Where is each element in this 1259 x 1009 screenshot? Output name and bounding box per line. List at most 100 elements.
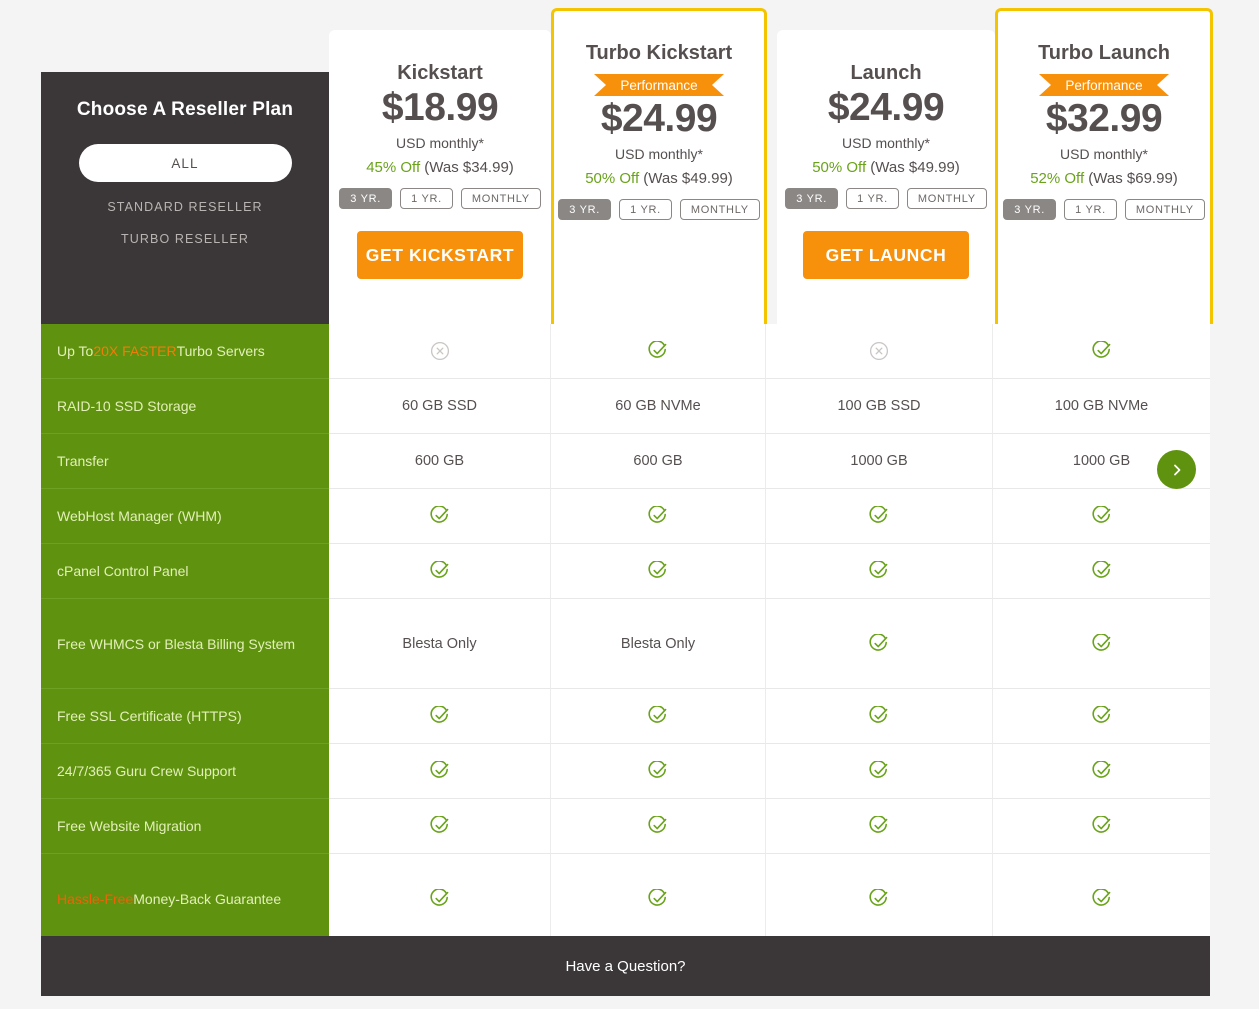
check-circle-icon bbox=[869, 506, 888, 523]
feature-label-text: cPanel Control Panel bbox=[57, 563, 189, 579]
feature-value-cell: Blesta Only bbox=[329, 599, 551, 689]
plan-card-launch: Launch $24.99 USD monthly* 50% Off (Was $49… bbox=[777, 30, 995, 324]
feature-value-cell bbox=[766, 689, 993, 744]
term-option-1yr[interactable]: 1 YR. bbox=[1064, 199, 1117, 220]
feature-value-cell bbox=[551, 489, 766, 544]
check-circle-icon bbox=[1091, 816, 1110, 833]
check-circle-icon bbox=[869, 761, 888, 778]
feature-value-text: 1000 GB bbox=[1072, 453, 1131, 469]
plan-discount: 52% Off bbox=[1030, 170, 1085, 187]
plan-cta-button[interactable]: GET LAUNCH bbox=[803, 231, 969, 279]
feature-value-cell: 600 GB bbox=[329, 434, 551, 489]
feature-label-part: Money-Back Guarantee bbox=[133, 891, 282, 907]
plan-price: $32.99 bbox=[1045, 97, 1163, 140]
plan-original-price: (Was $34.99) bbox=[424, 159, 514, 176]
feature-value-cell bbox=[551, 854, 766, 944]
filter-all-button[interactable]: ALL bbox=[78, 144, 292, 182]
feature-value-cell bbox=[993, 689, 1210, 744]
feature-label-part: Hassle-Free bbox=[57, 891, 134, 907]
check-circle-icon bbox=[869, 888, 888, 906]
check-circle-icon bbox=[429, 706, 448, 723]
feature-value-text: 60 GB NVMe bbox=[615, 398, 701, 414]
feature-label-part: 20X FASTER bbox=[93, 343, 177, 359]
feature-value-cell bbox=[329, 489, 551, 544]
term-option-monthly[interactable]: MONTHLY bbox=[679, 199, 760, 220]
pricing-comparison-page: Choose A Reseller Plan ALL STANDARD RESE… bbox=[0, 0, 1259, 1009]
term-selector: 3 YR. 1 YR. MONTHLY bbox=[554, 199, 764, 220]
feature-value-text: 100 GB NVMe bbox=[1054, 398, 1149, 414]
feature-label-part: Up To bbox=[57, 343, 94, 359]
plan-cta-button[interactable]: GET KICKSTART bbox=[357, 231, 523, 279]
feature-value-cell bbox=[993, 544, 1210, 599]
feature-value-cell: 60 GB SSD bbox=[329, 379, 551, 434]
feature-value-cell bbox=[993, 854, 1210, 944]
plan-name: Launch bbox=[850, 62, 922, 84]
term-option-1yr[interactable]: 1 YR. bbox=[619, 199, 672, 220]
check-circle-icon bbox=[429, 561, 448, 578]
check-circle-icon bbox=[648, 706, 667, 723]
check-circle-icon bbox=[869, 706, 888, 723]
feature-value-cell bbox=[329, 689, 551, 744]
feature-value-cell bbox=[993, 599, 1210, 689]
term-option-3yr[interactable]: 3 YR. bbox=[339, 188, 393, 209]
plan-original-price: (Was $49.99) bbox=[643, 170, 733, 187]
feature-value-cell bbox=[329, 324, 551, 379]
feature-value-text: Blesta Only bbox=[620, 635, 696, 652]
term-option-3yr[interactable]: 3 YR. bbox=[785, 188, 839, 209]
term-selector: 3 YR. 1 YR. MONTHLY bbox=[329, 188, 551, 209]
feature-value-cell bbox=[766, 744, 993, 799]
plan-promo: 45% Off (Was $34.99) bbox=[329, 159, 551, 176]
feature-label-row: Transfer bbox=[41, 434, 329, 489]
feature-value-cell bbox=[551, 744, 766, 799]
plan-price: $24.99 bbox=[827, 86, 945, 129]
term-option-3yr[interactable]: 3 YR. bbox=[558, 199, 612, 220]
feature-value-cell: 100 GB SSD bbox=[766, 379, 993, 434]
term-option-1yr[interactable]: 1 YR. bbox=[846, 188, 899, 209]
feature-value-cell bbox=[993, 799, 1210, 854]
feature-value-cell bbox=[766, 799, 993, 854]
next-plans-button[interactable] bbox=[1157, 450, 1196, 489]
filter-turbo-reseller[interactable]: TURBO RESELLER bbox=[63, 232, 307, 246]
check-circle-icon bbox=[429, 816, 448, 833]
check-circle-icon bbox=[648, 888, 667, 906]
feature-label-text: RAID-10 SSD Storage bbox=[57, 398, 197, 414]
check-circle-icon bbox=[1091, 633, 1110, 651]
feature-label-row: cPanel Control Panel bbox=[41, 544, 329, 599]
feature-value-cell bbox=[329, 544, 551, 599]
feature-value-cell: 1000 GB bbox=[766, 434, 993, 489]
feature-value-cell bbox=[329, 744, 551, 799]
term-option-1yr[interactable]: 1 YR. bbox=[400, 188, 453, 209]
have-a-question-link[interactable]: Have a Question? bbox=[565, 958, 685, 975]
term-option-3yr[interactable]: 3 YR. bbox=[1003, 199, 1057, 220]
chevron-right-icon bbox=[1173, 464, 1180, 475]
term-option-monthly[interactable]: MONTHLY bbox=[906, 188, 987, 209]
plan-period: USD monthly* bbox=[1060, 146, 1148, 162]
performance-badge: Performance bbox=[1039, 74, 1169, 96]
feature-value-cell: Blesta Only bbox=[551, 599, 766, 689]
feature-label-column: Up To 20X FASTER Turbo Servers RAID-10 SS… bbox=[41, 324, 329, 944]
check-circle-icon bbox=[1091, 761, 1110, 778]
feature-label-text: Transfer bbox=[57, 453, 109, 469]
term-option-monthly[interactable]: MONTHLY bbox=[460, 188, 541, 209]
feature-label-text: WebHost Manager (WHM) bbox=[57, 508, 222, 524]
check-circle-icon bbox=[429, 506, 448, 523]
cross-circle-icon bbox=[430, 341, 449, 361]
cross-circle-icon bbox=[869, 341, 889, 361]
check-circle-icon bbox=[429, 761, 448, 778]
feature-label-row: Free Website Migration bbox=[41, 799, 329, 854]
check-circle-icon bbox=[648, 816, 667, 833]
feature-value-text: Blesta Only bbox=[402, 635, 477, 652]
plan-period: USD monthly* bbox=[615, 146, 703, 162]
check-circle-icon bbox=[1091, 561, 1110, 578]
filter-standard-reseller[interactable]: STANDARD RESELLER bbox=[63, 200, 307, 214]
plan-discount: 50% Off bbox=[812, 159, 867, 176]
feature-label-text: Free WHMCS or Blesta Billing System bbox=[57, 635, 296, 652]
feature-value-cell bbox=[551, 544, 766, 599]
term-option-monthly[interactable]: MONTHLY bbox=[1124, 199, 1205, 220]
plan-price: $24.99 bbox=[600, 97, 718, 140]
plan-name: Turbo Launch bbox=[1038, 42, 1170, 64]
feature-value-cell bbox=[329, 854, 551, 944]
feature-value-cell bbox=[993, 324, 1210, 379]
plan-name: Turbo Kickstart bbox=[585, 42, 733, 64]
feature-label-text: 24/7/365 Guru Crew Support bbox=[57, 763, 236, 779]
